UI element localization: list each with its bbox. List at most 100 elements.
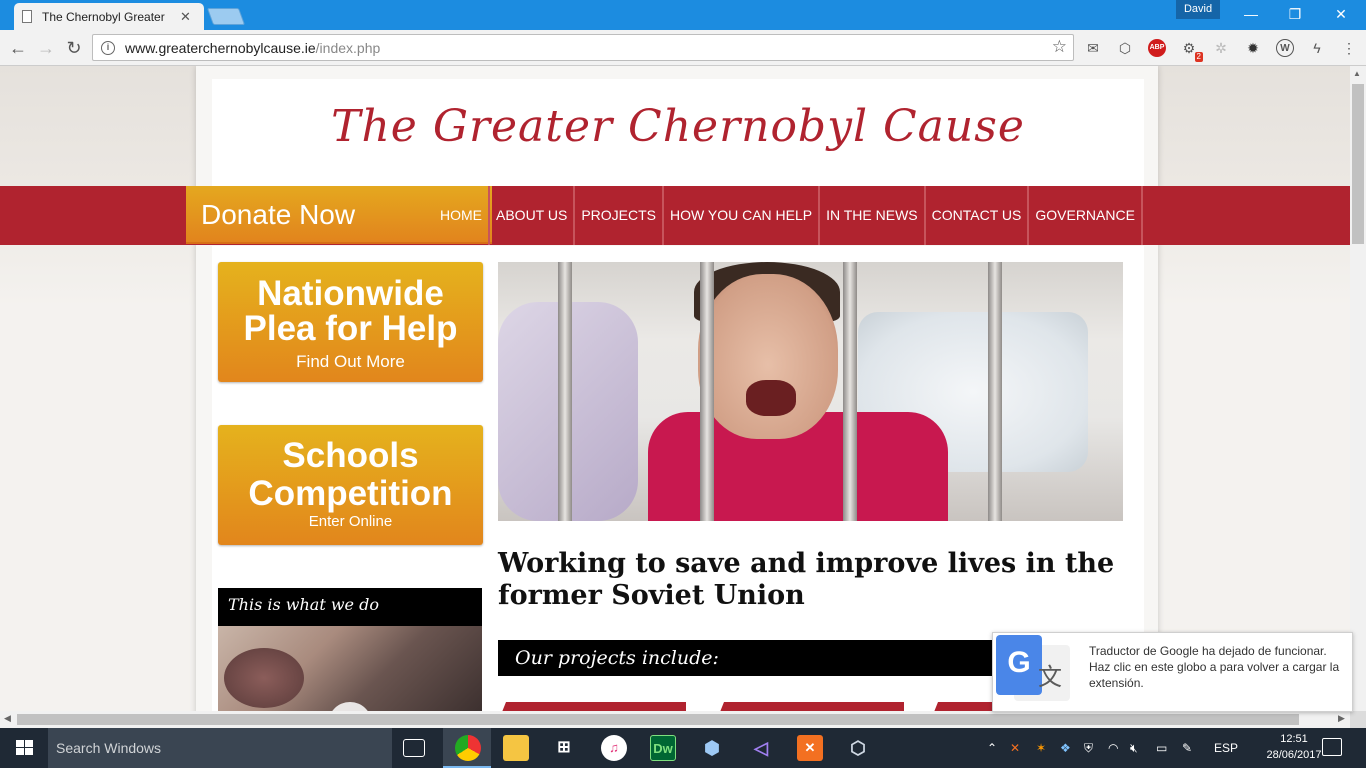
crib-bar [558,262,572,521]
icon-glyph: 文 [1038,664,1062,691]
wifi-icon[interactable]: ◠ [1108,728,1118,768]
info-icon[interactable]: i [101,40,115,55]
play-icon[interactable] [328,702,372,711]
horizontal-scrollbar[interactable]: ◀ ▶ [0,711,1350,728]
back-button[interactable]: ← [6,36,30,60]
minimize-button[interactable]: — [1228,0,1274,28]
nav-contact-us[interactable]: CONTACT US [926,186,1030,245]
nav-governance[interactable]: GOVERNANCE [1029,186,1143,245]
visual-studio-icon[interactable]: ◁ [748,735,774,761]
address-bar: ← → ↻ i www.greaterchernobylcause.ie/ind… [0,30,1366,66]
project-tile[interactable] [498,702,686,711]
task-view-icon[interactable] [403,739,425,757]
notification-message: Traductor de Google ha dejado de funcion… [1089,644,1340,690]
xampp-icon[interactable]: ✕ [797,735,823,761]
schools-competition-banner[interactable]: Schools Competition Enter Online [218,425,483,545]
crib-bar [988,262,1002,521]
promo-link[interactable]: Find Out More [218,352,483,372]
store-icon[interactable]: ⊞ [551,735,577,761]
url-host: www.greaterchernobylcause.ie [125,39,316,56]
video-thumbnail[interactable] [218,626,482,711]
dropbox-tray-icon[interactable]: ❖ [1060,728,1071,768]
translate-notification[interactable]: G 文 Traductor de Google ha dejado de fun… [992,632,1353,712]
scrollbar-thumb[interactable] [1352,84,1364,244]
scrollbar-thumb[interactable] [17,714,1299,725]
puzzle-icon[interactable]: ⚙ 2 [1180,39,1203,62]
language-indicator[interactable]: ESP [1214,728,1238,768]
forward-button[interactable]: → [34,36,58,60]
shield-tray-icon[interactable]: ⛨ [1084,728,1093,768]
itunes-icon[interactable]: ♫ [601,735,627,761]
menu-icon[interactable]: ⋮ [1340,39,1358,57]
project-tile[interactable] [716,702,904,711]
box-icon[interactable]: ⬡ [1116,39,1134,57]
icon-front-card: G [996,635,1042,695]
security-tray-icon[interactable]: ✶ [1036,728,1046,768]
nav-menu: HOME ABOUT US PROJECTS HOW YOU CAN HELP … [434,186,1143,245]
w-icon[interactable]: W [1276,39,1294,57]
reload-button[interactable]: ↻ [62,36,86,60]
abp-icon[interactable]: ABP [1148,39,1166,57]
nav-how-you-can-help[interactable]: HOW YOU CAN HELP [664,186,821,245]
nav-in-the-news[interactable]: IN THE NEWS [820,186,926,245]
bookmark-star-icon[interactable]: ☆ [1052,37,1067,57]
file-explorer-icon[interactable] [503,735,529,761]
browser-tab[interactable]: The Chernobyl Greater C ✕ [14,3,204,30]
promo-title: Schools Competition [248,436,453,513]
restore-button[interactable]: ❐ [1272,0,1318,28]
url-path: /index.php [315,39,381,56]
mouth-shape [746,380,796,416]
box3d-icon[interactable]: ⬡ [845,735,871,761]
battery-icon[interactable]: ▭ [1156,728,1167,768]
windows-start-icon[interactable] [16,740,33,756]
tab-title: The Chernobyl Greater C [42,9,168,24]
virtualbox-icon[interactable]: ⬢ [699,735,725,761]
bolt-icon[interactable]: ϟ [1308,39,1326,57]
pen-icon[interactable]: ✎ [1182,728,1192,768]
baby-image [224,648,304,708]
chrome-icon[interactable] [455,735,481,761]
url-text: www.greaterchernobylcause.ie/index.php [125,40,380,56]
nav-home[interactable]: HOME [434,186,490,245]
video-title: This is what we do [228,595,379,614]
crib-bar [843,262,857,521]
browser-title-bar: The Chernobyl Greater C ✕ David — ❐ ✕ [0,0,1366,30]
nav-about-us[interactable]: ABOUT US [490,186,576,245]
tab-close-icon[interactable]: ✕ [180,9,191,25]
page-viewport: The Greater Chernobyl Cause Donate Now H… [0,66,1350,711]
extension-badge: 2 [1194,52,1203,62]
promo-title: Nationwide Plea for Help [243,274,458,348]
crib-bar [700,262,714,521]
taskbar-search-input[interactable]: Search Windows [48,728,392,768]
page-heading: Working to save and improve lives in the… [498,548,1115,611]
google-translate-icon: G 文 [996,635,1072,711]
url-input[interactable]: i www.greaterchernobylcause.ie/index.php… [92,34,1074,61]
new-tab-button[interactable] [206,8,246,25]
tray-expand-icon[interactable]: ⌃ [987,728,997,768]
window-close-button[interactable]: ✕ [1318,0,1364,28]
scroll-left-icon[interactable]: ◀ [4,713,11,724]
mail-icon[interactable]: ✉ [1084,39,1102,57]
dreamweaver-icon[interactable]: Dw [650,735,676,761]
scrollbar-corner [1350,711,1366,728]
nav-bar: Donate Now HOME ABOUT US PROJECTS HOW YO… [0,186,1350,245]
taskbar: Search Windows ⊞ ♫ Dw ⬢ ◁ ✕ ⬡ ⌃ ✕ ✶ ❖ ⛨ … [0,728,1366,768]
xampp-tray-icon[interactable]: ✕ [1010,728,1020,768]
scroll-right-icon[interactable]: ▶ [1338,713,1345,724]
action-center-icon[interactable] [1322,738,1342,756]
document-icon [22,10,32,23]
volume-icon[interactable]: 🔇︎ [1130,728,1138,768]
vertical-scrollbar[interactable]: ▲ [1350,66,1366,711]
hero-image [498,262,1123,521]
site-title[interactable]: The Greater Chernobyl Cause [212,101,1144,152]
nav-projects[interactable]: PROJECTS [575,186,664,245]
gear-icon[interactable]: ✲ [1212,39,1230,57]
video-widget[interactable]: This is what we do [218,588,482,711]
profile-button[interactable]: David [1176,0,1220,19]
promo-link[interactable]: Enter Online [218,513,483,530]
scroll-up-icon[interactable]: ▲ [1353,69,1361,78]
system-clock[interactable]: 12:51 28/06/2017 [1264,731,1324,763]
nationwide-plea-banner[interactable]: Nationwide Plea for Help Find Out More [218,262,483,382]
site-header: The Greater Chernobyl Cause [212,79,1144,187]
settings-icon[interactable]: ✹ [1244,39,1262,57]
